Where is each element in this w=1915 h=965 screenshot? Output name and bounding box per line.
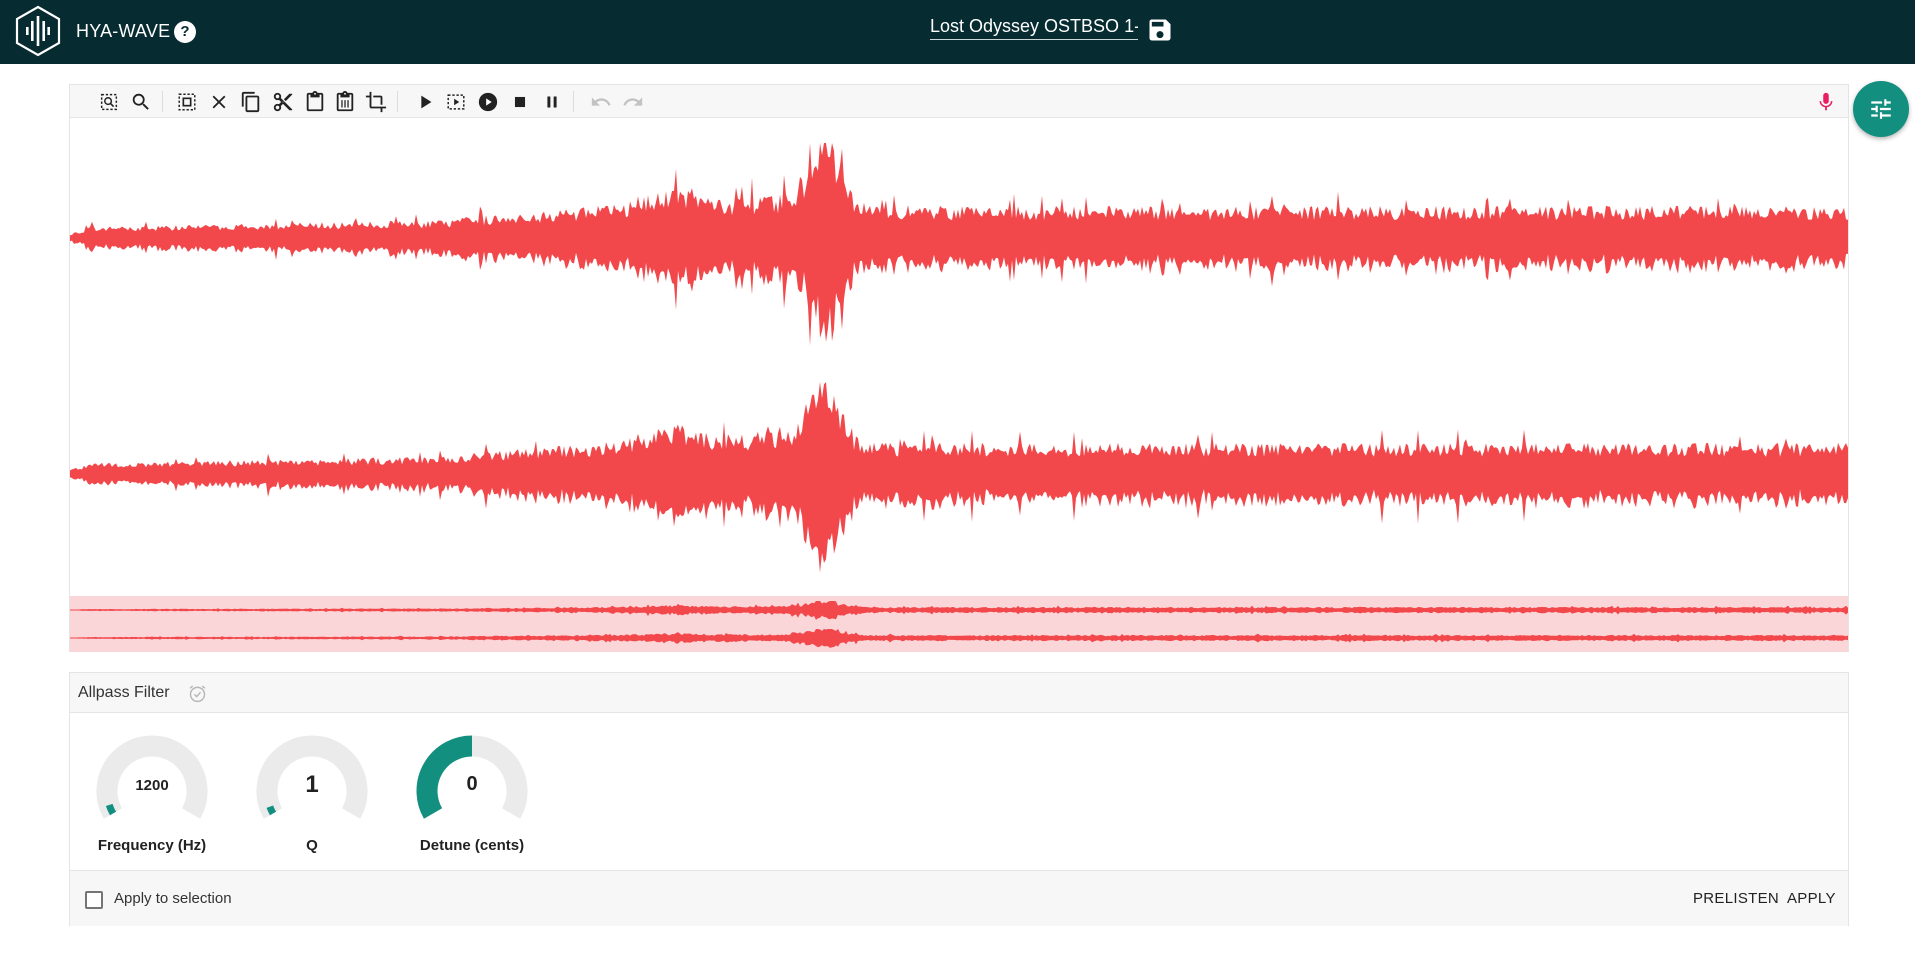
apply-to-selection-checkbox[interactable] [85, 891, 103, 909]
save-icon[interactable] [1146, 16, 1174, 44]
filter-title: Allpass Filter [78, 684, 170, 701]
play-selection-icon[interactable] [444, 90, 468, 114]
redo-icon[interactable] [621, 90, 645, 114]
q-knob[interactable]: 1 Q [254, 735, 370, 865]
knob-fill [105, 803, 117, 816]
toolbar-divider [573, 91, 574, 112]
select-all-icon[interactable] [175, 90, 199, 114]
detune-knob[interactable]: 0 Detune (cents) [414, 735, 530, 865]
app-bar: HYA-WAVE ? [0, 0, 1915, 64]
waveform-shape [70, 382, 1848, 573]
waveform-channel-left[interactable] [70, 119, 1848, 359]
waveform-overview[interactable] [70, 596, 1848, 652]
filename-input[interactable] [930, 14, 1138, 40]
timer-check-icon[interactable] [187, 683, 208, 704]
filter-panel-footer: Apply to selection PRELISTEN APPLY [70, 870, 1848, 926]
frequency-knob[interactable]: 1200 Frequency (Hz) [94, 735, 210, 865]
overview-waveform [70, 601, 1848, 648]
knob-fill [266, 805, 277, 816]
toolbar-divider [162, 91, 163, 112]
clear-selection-icon[interactable] [207, 90, 231, 114]
effects-settings-button[interactable] [1853, 81, 1909, 137]
toolbar-divider [397, 91, 398, 112]
waveform-editor [69, 84, 1849, 652]
editor-toolbar [70, 85, 1848, 118]
pause-icon[interactable] [540, 90, 564, 114]
crop-icon[interactable] [364, 90, 388, 114]
knob-value: 1200 [135, 777, 169, 794]
zoom-selection-icon[interactable] [97, 90, 121, 114]
apply-to-selection-label[interactable]: Apply to selection [114, 890, 232, 907]
app-logo-icon [14, 5, 62, 57]
filter-panel-header: Allpass Filter [70, 673, 1848, 713]
app-title: HYA-WAVE [76, 21, 171, 41]
play-icon[interactable] [413, 90, 437, 114]
cut-icon[interactable] [271, 90, 295, 114]
microphone-icon[interactable] [1814, 90, 1838, 114]
play-circle-icon[interactable] [476, 90, 500, 114]
knob-label: Frequency (Hz) [97, 837, 207, 854]
prelisten-button[interactable]: PRELISTEN [1693, 890, 1779, 907]
knob-label: Q [306, 837, 318, 854]
waveform-shape [70, 143, 1848, 346]
stop-icon[interactable] [508, 90, 532, 114]
knob-value: 1 [305, 771, 319, 798]
zoom-icon[interactable] [129, 90, 153, 114]
knob-label: Detune (cents) [419, 837, 525, 854]
filter-panel: Allpass Filter 1200 Frequency (Hz) 1 Q 0… [69, 672, 1849, 926]
tune-icon [1871, 99, 1891, 119]
paste-icon[interactable] [303, 90, 327, 114]
undo-icon[interactable] [589, 90, 613, 114]
knob-value: 0 [466, 773, 478, 795]
waveform-channel-right[interactable] [70, 359, 1848, 593]
help-circle-icon[interactable]: ? [174, 21, 196, 43]
apply-button[interactable]: APPLY [1787, 890, 1836, 907]
paste-insert-icon[interactable] [333, 90, 357, 114]
copy-icon[interactable] [239, 90, 263, 114]
